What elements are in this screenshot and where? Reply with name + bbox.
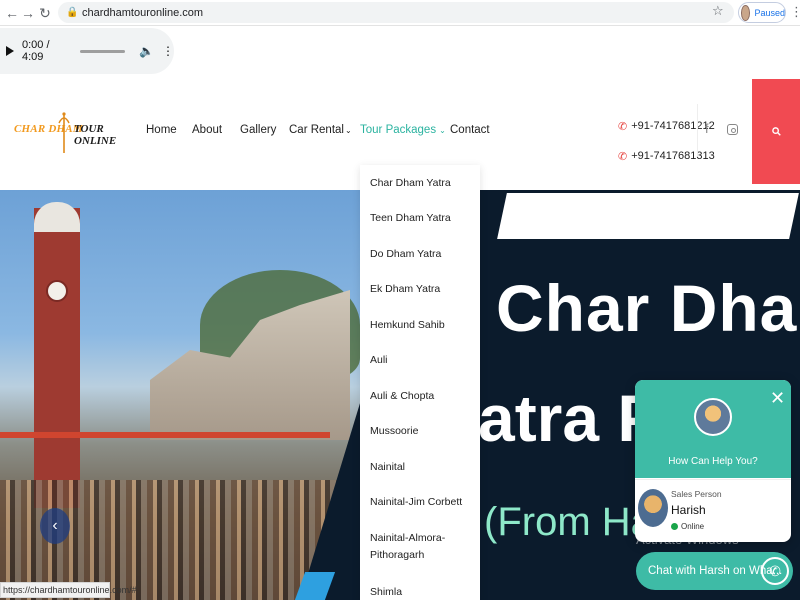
agent-status: Online [671, 522, 704, 531]
instagram-icon[interactable] [727, 124, 738, 135]
nav-home[interactable]: Home [146, 124, 177, 136]
profile-button[interactable]: Paused [738, 2, 786, 23]
hero-white-stripe [497, 193, 799, 239]
bookmark-star-icon[interactable]: ☆ [712, 3, 724, 19]
whatsapp-chat-button[interactable]: Chat with Harsh on Wha... ✆ [636, 552, 793, 590]
dropdown-item[interactable]: Auli & Chopta [370, 388, 434, 404]
site-logo[interactable]: CHAR DHAM TOUR ONLINE [14, 109, 118, 157]
chevron-left-icon: ‹ [52, 517, 58, 534]
chat-popup: ✕ How Can Help You? Sales Person Harish … [635, 380, 791, 542]
dropdown-item[interactable]: Do Dham Yatra [370, 246, 441, 262]
chevron-down-icon: ⌄ [439, 126, 446, 135]
dropdown-item[interactable]: Pithoragarh [370, 547, 424, 563]
audio-time: 0:00 / 4:09 [22, 39, 50, 63]
nav-car-rental[interactable]: Car Rental⌄ [289, 124, 352, 136]
clock-tower-top [34, 202, 80, 232]
tour-packages-dropdown: Char Dham Yatra Teen Dham Yatra Do Dham … [360, 165, 480, 600]
search-button[interactable] [752, 79, 800, 184]
hero-title-line1: Char Dham [496, 271, 800, 345]
chat-agent-card[interactable]: Sales Person Harish Online [635, 479, 791, 542]
agent-avatar [638, 489, 668, 527]
phone-number: +91-7417681313 [631, 150, 715, 162]
address-bar[interactable]: 🔒 chardhamtouronline.com [58, 2, 734, 23]
dropdown-item[interactable]: Teen Dham Yatra [370, 210, 451, 226]
agent-status-text: Online [681, 522, 705, 531]
logo-text-right: TOUR ONLINE [74, 123, 117, 147]
logo-text-left: CHAR DHAM [14, 123, 83, 135]
dropdown-item[interactable]: Ek Dham Yatra [370, 281, 440, 297]
chat-header: ✕ How Can Help You? [635, 380, 791, 478]
browser-toolbar: ← → ↻ 🔒 chardhamtouronline.com ☆ Paused … [0, 0, 800, 26]
hero-bridge [0, 432, 330, 472]
dropdown-item[interactable]: Char Dham Yatra [370, 175, 451, 191]
dropdown-item[interactable]: Mussoorie [370, 423, 418, 439]
agent-name: Harish [671, 503, 706, 517]
volume-icon[interactable]: 🔈 [139, 44, 154, 58]
phone-row[interactable]: ✆ +91-7417681313 [618, 141, 715, 171]
avatar [741, 4, 751, 21]
whatsapp-icon: ✆ [761, 557, 789, 585]
phone-number: +91-7417681212 [631, 120, 715, 132]
chat-avatar [694, 398, 732, 436]
trident-icon [58, 112, 70, 153]
nav-car-rental-label: Car Rental [289, 124, 344, 136]
nav-contact[interactable]: Contact [450, 124, 490, 136]
reload-icon[interactable]: ↻ [35, 3, 55, 23]
dropdown-item[interactable]: Nainital-Almora- [370, 530, 445, 546]
contact-phones: ✆ +91-7417681212 ✆ +91-7417681313 [618, 111, 715, 171]
chevron-down-icon: ⌄ [344, 126, 352, 135]
dropdown-item[interactable]: Shimla [370, 584, 402, 600]
nav-tour-packages[interactable]: Tour Packages ⌄ [360, 124, 446, 136]
browser-menu-icon[interactable]: ⋮ [790, 4, 800, 20]
page: ← → ↻ 🔒 chardhamtouronline.com ☆ Paused … [0, 0, 800, 600]
facebook-icon[interactable]: f [705, 121, 709, 136]
phone-row[interactable]: ✆ +91-7417681212 [618, 111, 715, 141]
chat-question: How Can Help You? [668, 456, 758, 467]
dropdown-item[interactable]: Nainital [370, 459, 405, 475]
dropdown-item[interactable]: Auli [370, 352, 388, 368]
search-icon [771, 127, 781, 136]
close-icon[interactable]: ✕ [770, 388, 785, 409]
nav-tour-packages-label: Tour Packages [360, 124, 437, 136]
url-text: chardhamtouronline.com [82, 6, 204, 19]
online-dot-icon [671, 523, 678, 530]
clock-face [46, 280, 68, 302]
dropdown-item[interactable]: Nainital-Jim Corbett [370, 494, 462, 510]
phone-icon: ✆ [618, 120, 628, 133]
more-options-icon[interactable]: ⋮ [162, 44, 174, 58]
play-icon[interactable] [6, 46, 14, 56]
agent-role: Sales Person [671, 489, 722, 499]
profile-status: Paused [754, 7, 785, 18]
audio-player: 0:00 / 4:09 🔈 ⋮ [0, 28, 174, 74]
phone-icon: ✆ [618, 150, 628, 163]
nav-gallery[interactable]: Gallery [240, 124, 276, 136]
divider [697, 104, 698, 156]
nav-about[interactable]: About [192, 124, 222, 136]
dropdown-item[interactable]: Hemkund Sahib [370, 317, 445, 333]
lock-icon: 🔒 [66, 6, 79, 18]
audio-progress[interactable] [80, 49, 126, 53]
status-bar-url: https://chardhamtouronline.com/# [0, 582, 137, 598]
slider-prev-button[interactable]: ‹ [40, 508, 70, 544]
